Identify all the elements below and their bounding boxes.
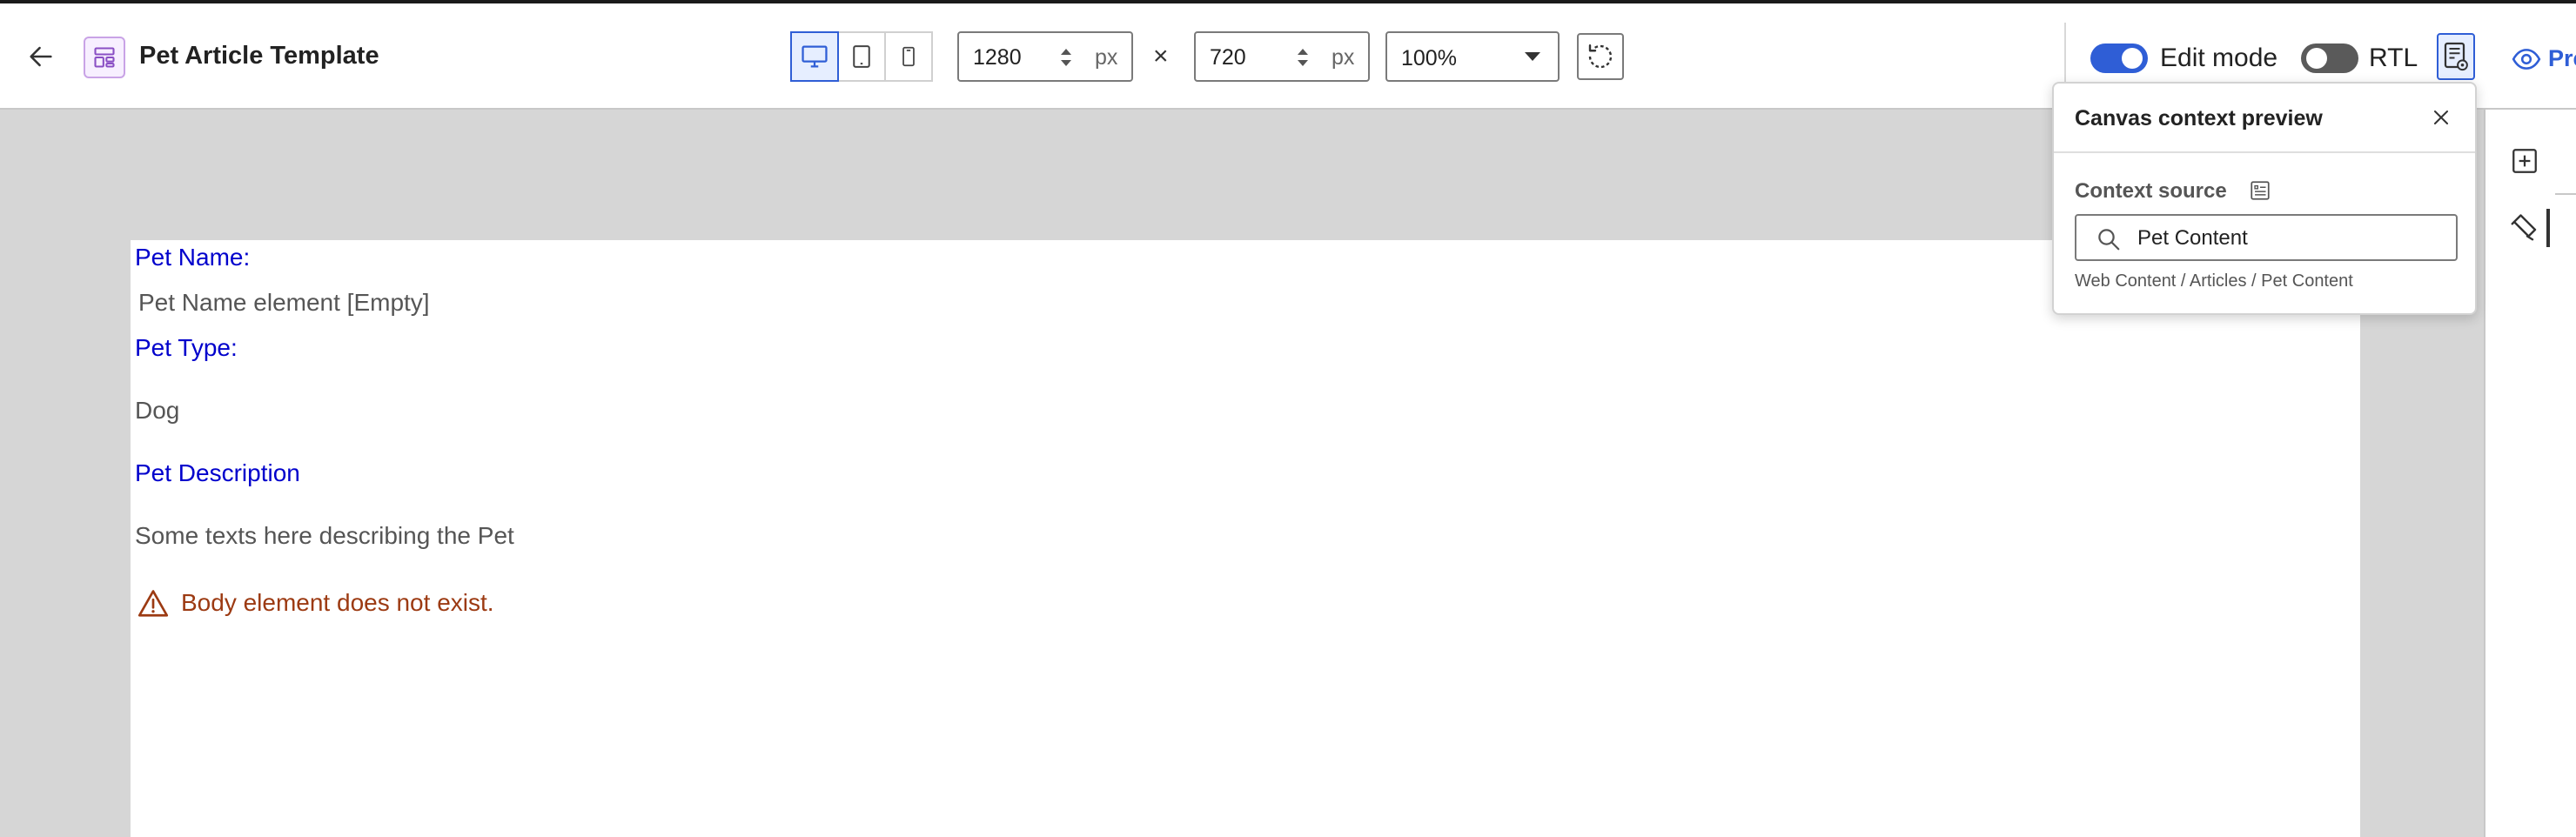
device-switcher	[790, 31, 933, 82]
desktop-view-button[interactable]	[790, 31, 839, 82]
stepper-icon[interactable]	[1293, 44, 1312, 71]
template-icon	[84, 37, 125, 78]
context-preview-button[interactable]	[2437, 33, 2475, 80]
tablet-view-button[interactable]	[837, 31, 886, 82]
list-icon	[2247, 177, 2273, 204]
zoom-value: 100%	[1401, 46, 1457, 70]
pet-type-label: Pet Type:	[135, 334, 238, 361]
close-icon	[2434, 110, 2448, 124]
plus-icon	[2512, 149, 2537, 173]
desktop-icon	[802, 45, 828, 68]
context-preview-icon	[2444, 42, 2468, 71]
active-indicator	[2546, 209, 2550, 247]
height-value: 720	[1210, 45, 1246, 70]
warning-text: Body element does not exist.	[181, 589, 494, 616]
brush-icon	[2511, 214, 2537, 241]
pet-description-value[interactable]: Some texts here describing the Pet	[135, 522, 514, 550]
dimension-separator: ×	[1153, 42, 1169, 70]
rotate-button[interactable]	[1577, 33, 1624, 80]
preview-link[interactable]: Preview	[2512, 45, 2576, 72]
height-unit: px	[1332, 45, 1355, 70]
popover-header: Canvas context preview	[2054, 84, 2475, 153]
zoom-select[interactable]: 100%	[1385, 31, 1560, 82]
height-input[interactable]: 720 px	[1194, 31, 1370, 82]
page-title: Pet Article Template	[139, 42, 379, 70]
popover-title: Canvas context preview	[2075, 106, 2323, 131]
warning-icon	[138, 590, 169, 617]
eye-icon	[2512, 48, 2541, 70]
canvas-page: Pet Name: Pet Name element [Empty] Pet T…	[131, 240, 2360, 837]
context-source-search	[2075, 214, 2458, 261]
preview-label: Preview	[2548, 45, 2576, 71]
add-button[interactable]	[2505, 141, 2545, 181]
style-button[interactable]	[2505, 207, 2545, 247]
pet-description-label: Pet Description	[135, 459, 300, 486]
context-source-path: Web Content / Articles / Pet Content	[2075, 271, 2353, 291]
context-source-input[interactable]	[2137, 224, 2442, 252]
width-unit: px	[1095, 45, 1118, 70]
search-icon	[2098, 229, 2120, 251]
back-button[interactable]	[19, 35, 63, 78]
width-input[interactable]: 1280 px	[957, 31, 1133, 82]
rtl-label: RTL	[2369, 44, 2418, 72]
rotate-icon	[1588, 44, 1613, 69]
edit-mode-label: Edit mode	[2160, 44, 2278, 72]
pet-type-value[interactable]: Dog	[135, 397, 179, 425]
panel-divider	[2555, 193, 2576, 195]
chevron-down-icon	[1525, 52, 1540, 61]
stepper-icon[interactable]	[1057, 44, 1076, 71]
canvas-context-popover: Canvas context preview Context source We…	[2052, 82, 2477, 315]
edit-mode-toggle[interactable]	[2090, 44, 2148, 73]
body-missing-warning: Body element does not exist.	[138, 588, 494, 618]
tablet-icon	[853, 45, 870, 68]
close-button[interactable]	[2428, 104, 2454, 131]
pet-name-value[interactable]: Pet Name element [Empty]	[138, 289, 430, 317]
rtl-toggle[interactable]	[2301, 44, 2358, 73]
pet-name-label: Pet Name:	[135, 244, 251, 271]
mobile-view-button[interactable]	[884, 31, 933, 82]
right-sidebar	[2484, 110, 2576, 837]
width-value: 1280	[973, 45, 1022, 70]
mobile-icon	[902, 46, 915, 67]
arrow-left-icon	[30, 46, 52, 67]
context-source-label: Context source	[2075, 179, 2227, 203]
